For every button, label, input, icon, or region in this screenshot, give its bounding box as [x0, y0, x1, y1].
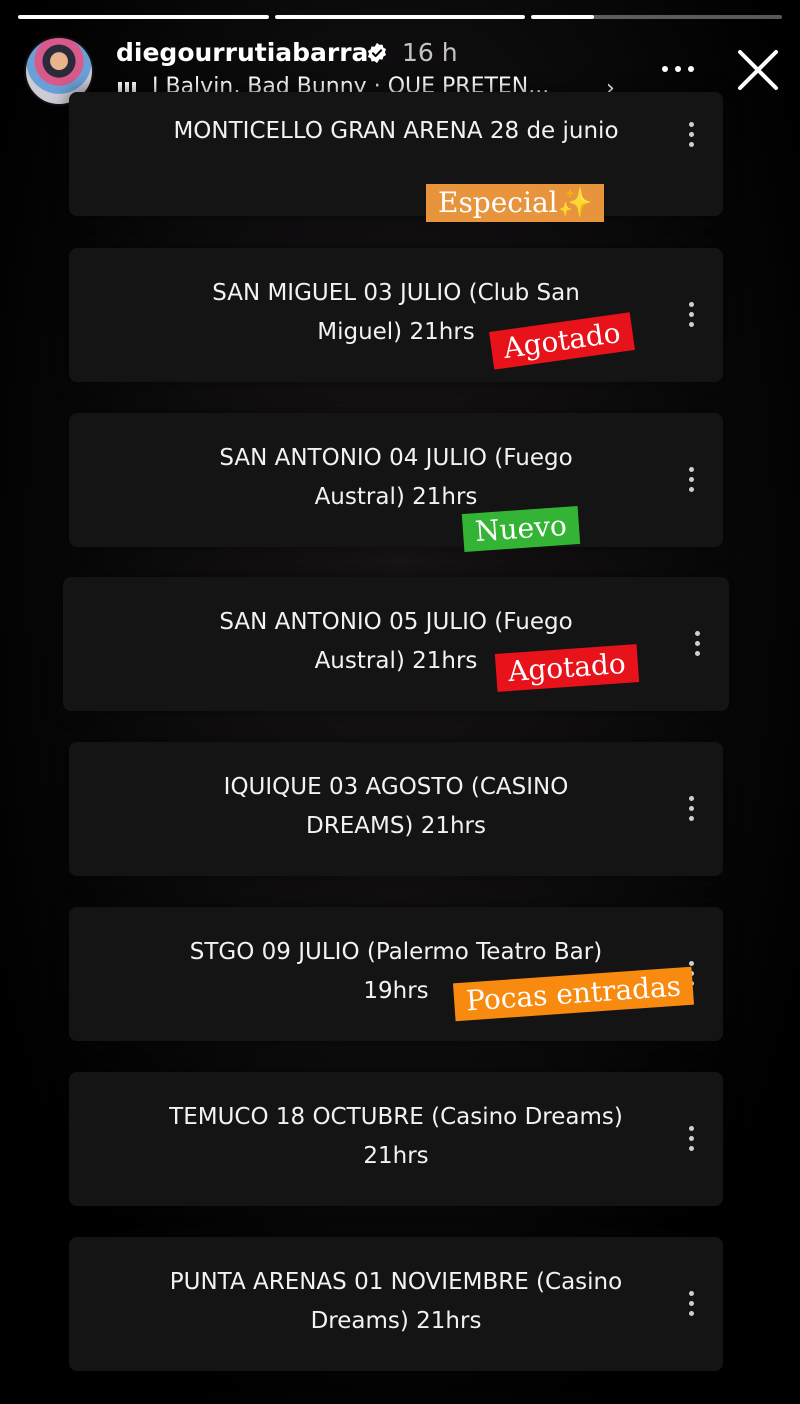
- story-progress-bar: [18, 15, 783, 19]
- progress-fill-1: [18, 15, 269, 19]
- kebab-menu-icon[interactable]: [689, 467, 695, 493]
- event-title: IQUIQUE 03 AGOSTO (CASINO DREAMS) 21hrs: [223, 774, 569, 839]
- kebab-dot: [689, 816, 694, 821]
- kebab-dot: [689, 302, 694, 307]
- post-time: 16 h: [402, 38, 458, 67]
- event-card[interactable]: TEMUCO 18 OCTUBRE (Casino Dreams) 21hrs: [69, 1072, 723, 1206]
- close-icon[interactable]: [736, 48, 780, 92]
- kebab-dot: [689, 477, 694, 482]
- progress-fill-2: [274, 15, 526, 19]
- more-dot: [662, 66, 668, 72]
- kebab-menu-icon[interactable]: [695, 631, 701, 657]
- kebab-dot: [689, 1291, 694, 1296]
- more-dot: [675, 66, 681, 72]
- event-title: SAN ANTONIO 04 JULIO (Fuego Austral) 21hr…: [219, 445, 573, 510]
- more-dot: [688, 66, 694, 72]
- event-title: MONTICELLO GRAN ARENA 28 de junio: [173, 118, 619, 144]
- event-card[interactable]: PUNTA ARENAS 01 NOVIEMBRE (Casino Dreams)…: [69, 1237, 723, 1371]
- kebab-menu-icon[interactable]: [689, 1126, 695, 1152]
- kebab-dot: [689, 122, 694, 127]
- progress-segment-3: [531, 15, 783, 19]
- kebab-dot: [689, 1146, 694, 1151]
- kebab-menu-icon[interactable]: [689, 302, 695, 328]
- kebab-dot: [689, 1126, 694, 1131]
- kebab-menu-icon[interactable]: [689, 122, 695, 148]
- more-options-button[interactable]: [660, 54, 696, 84]
- event-title: PUNTA ARENAS 01 NOVIEMBRE (Casino Dreams)…: [169, 1269, 623, 1334]
- event-title: TEMUCO 18 OCTUBRE (Casino Dreams) 21hrs: [169, 1104, 623, 1169]
- status-sticker-nuevo: Nuevo: [461, 506, 580, 552]
- kebab-menu-icon[interactable]: [689, 796, 695, 822]
- kebab-dot: [695, 651, 700, 656]
- progress-segment-1: [18, 15, 269, 19]
- status-sticker-especial: Especial✨: [426, 184, 605, 222]
- kebab-dot: [689, 467, 694, 472]
- kebab-dot: [689, 1301, 694, 1306]
- verified-badge-icon: [367, 42, 387, 64]
- progress-fill-3: [531, 15, 594, 19]
- kebab-dot: [689, 1311, 694, 1316]
- kebab-dot: [689, 322, 694, 327]
- kebab-menu-icon[interactable]: [689, 1291, 695, 1317]
- kebab-dot: [689, 1136, 694, 1141]
- kebab-dot: [689, 796, 694, 801]
- progress-segment-2: [274, 15, 526, 19]
- kebab-dot: [689, 806, 694, 811]
- event-card[interactable]: IQUIQUE 03 AGOSTO (CASINO DREAMS) 21hrs: [69, 742, 723, 876]
- kebab-dot: [689, 142, 694, 147]
- kebab-dot: [689, 312, 694, 317]
- kebab-dot: [695, 641, 700, 646]
- kebab-dot: [689, 487, 694, 492]
- username[interactable]: diegourrutiabarra: [116, 38, 368, 67]
- kebab-dot: [689, 961, 694, 966]
- kebab-dot: [695, 631, 700, 636]
- event-card[interactable]: SAN ANTONIO 04 JULIO (Fuego Austral) 21hr…: [69, 413, 723, 547]
- event-card[interactable]: MONTICELLO GRAN ARENA 28 de junio: [69, 92, 723, 216]
- kebab-dot: [689, 132, 694, 137]
